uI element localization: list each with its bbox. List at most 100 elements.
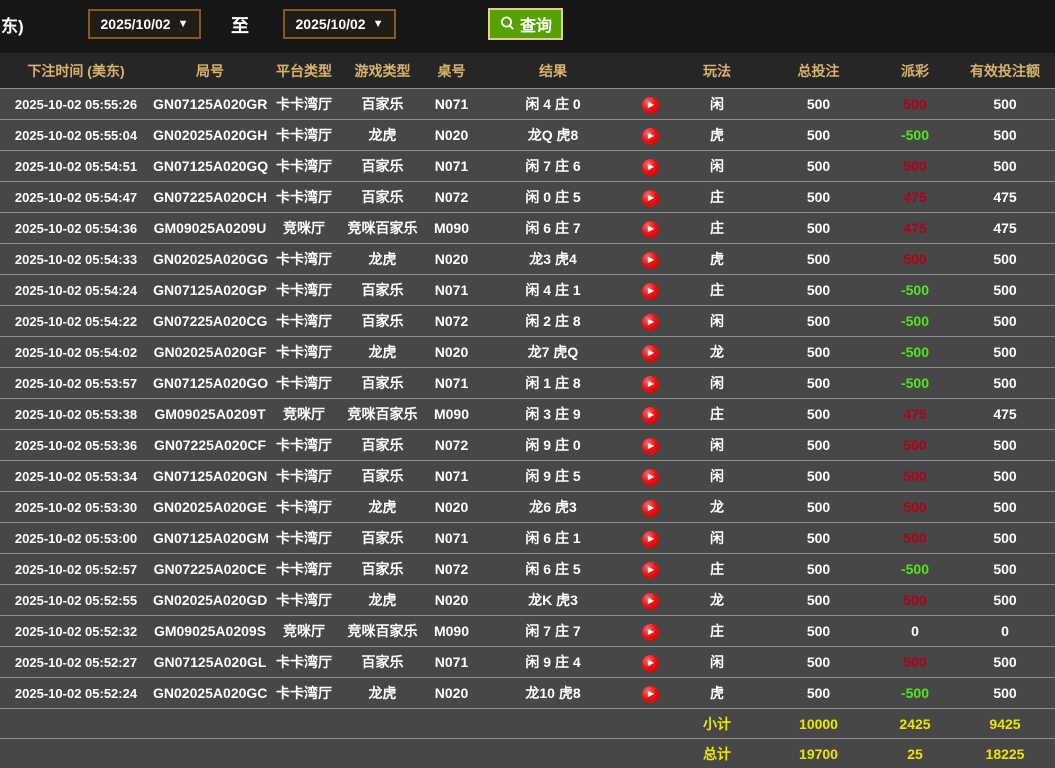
cell-game-type: 百家乐 [340, 368, 425, 399]
play-glyph: ▶ [648, 628, 654, 636]
play-glyph: ▶ [648, 163, 654, 171]
table-row: 2025-10-02 05:53:38GM09025A0209T竞咪厅竞咪百家乐… [0, 399, 1055, 430]
cell-table-no: N071 [425, 461, 478, 492]
cell-total-bet: 500 [762, 120, 875, 151]
cell-round-id: GN07125A020GN [152, 461, 268, 492]
column-header-play [628, 53, 672, 89]
cell-payout: 0 [875, 616, 955, 647]
cell-bet-side: 闲 [672, 523, 762, 554]
cell-round-id: GN07125A020GO [152, 368, 268, 399]
cell-platform-type: 竞咪厅 [268, 213, 340, 244]
cell-game-type: 百家乐 [340, 306, 425, 337]
replay-play-icon[interactable]: ▶ [642, 438, 659, 455]
cell-payout: 475 [875, 182, 955, 213]
cell-replay: ▶ [628, 306, 672, 337]
cell-round-id: GN07125A020GP [152, 275, 268, 306]
date-to-select[interactable]: 2025/10/02 ▼ [283, 9, 396, 39]
replay-play-icon[interactable]: ▶ [642, 469, 659, 486]
cell-replay: ▶ [628, 151, 672, 182]
cell-bet-side: 闲 [672, 89, 762, 120]
cell-result: 龙Q 虎8 [478, 120, 628, 151]
cell-bet-time: 2025-10-02 05:54:02 [0, 337, 152, 368]
cell-total-bet: 500 [762, 244, 875, 275]
cell-valid-bet: 500 [955, 337, 1055, 368]
cell-game-type: 百家乐 [340, 151, 425, 182]
cell-bet-side: 庄 [672, 399, 762, 430]
search-icon [499, 15, 517, 33]
column-header-valid: 有效投注额 [955, 53, 1055, 89]
cell-table-no: N071 [425, 151, 478, 182]
cell-game-type: 百家乐 [340, 647, 425, 678]
cell-game-type: 百家乐 [340, 182, 425, 213]
cell-bet-time: 2025-10-02 05:53:30 [0, 492, 152, 523]
cell-total-bet: 500 [762, 678, 875, 709]
date-to-value: 2025/10/02 [296, 16, 366, 32]
replay-play-icon[interactable]: ▶ [642, 531, 659, 548]
replay-play-icon[interactable]: ▶ [642, 128, 659, 145]
cell-bet-side: 龙 [672, 492, 762, 523]
replay-play-icon[interactable]: ▶ [642, 159, 659, 176]
replay-play-icon[interactable]: ▶ [642, 221, 659, 238]
replay-play-icon[interactable]: ▶ [642, 655, 659, 672]
cell-payout: 500 [875, 244, 955, 275]
table-row: 2025-10-02 05:54:24GN07125A020GP卡卡湾厅百家乐N… [0, 275, 1055, 306]
cell-replay: ▶ [628, 461, 672, 492]
query-button[interactable]: 查询 [488, 8, 563, 40]
cell-table-no: N020 [425, 120, 478, 151]
cell-bet-side: 闲 [672, 647, 762, 678]
cell-total-bet: 500 [762, 430, 875, 461]
cell-round-id: GM09025A0209T [152, 399, 268, 430]
date-from-select[interactable]: 2025/10/02 ▼ [88, 9, 201, 39]
cell-result: 闲 6 庄 1 [478, 523, 628, 554]
replay-play-icon[interactable]: ▶ [642, 562, 659, 579]
cell-total-bet: 500 [762, 585, 875, 616]
cell-payout: -500 [875, 275, 955, 306]
column-header-payout: 派彩 [875, 53, 955, 89]
cell-result: 闲 6 庄 7 [478, 213, 628, 244]
column-header-method: 玩法 [672, 53, 762, 89]
cell-table-no: N072 [425, 430, 478, 461]
replay-play-icon[interactable]: ▶ [642, 407, 659, 424]
replay-play-icon[interactable]: ▶ [642, 190, 659, 207]
cell-bet-side: 闲 [672, 306, 762, 337]
replay-play-icon[interactable]: ▶ [642, 686, 659, 703]
play-glyph: ▶ [648, 659, 654, 667]
cell-result: 龙10 虎8 [478, 678, 628, 709]
empty-cell [0, 739, 152, 768]
empty-cell [340, 739, 425, 768]
replay-play-icon[interactable]: ▶ [642, 624, 659, 641]
cell-round-id: GN02025A020GC [152, 678, 268, 709]
cell-valid-bet: 500 [955, 523, 1055, 554]
cell-bet-time: 2025-10-02 05:53:38 [0, 399, 152, 430]
cell-bet-side: 闲 [672, 368, 762, 399]
cell-game-type: 龙虎 [340, 120, 425, 151]
replay-play-icon[interactable]: ▶ [642, 283, 659, 300]
play-glyph: ▶ [648, 473, 654, 481]
cell-replay: ▶ [628, 678, 672, 709]
table-row: 2025-10-02 05:53:36GN07225A020CF卡卡湾厅百家乐N… [0, 430, 1055, 461]
replay-play-icon[interactable]: ▶ [642, 500, 659, 517]
cell-bet-side: 庄 [672, 182, 762, 213]
cell-valid-bet: 500 [955, 89, 1055, 120]
replay-play-icon[interactable]: ▶ [642, 252, 659, 269]
replay-play-icon[interactable]: ▶ [642, 593, 659, 610]
cell-total-bet: 500 [762, 89, 875, 120]
cell-platform-type: 竞咪厅 [268, 399, 340, 430]
cell-game-type: 百家乐 [340, 523, 425, 554]
cell-replay: ▶ [628, 647, 672, 678]
play-glyph: ▶ [648, 690, 654, 698]
cell-payout: 500 [875, 585, 955, 616]
replay-play-icon[interactable]: ▶ [642, 376, 659, 393]
cell-platform-type: 卡卡湾厅 [268, 244, 340, 275]
cell-bet-side: 闲 [672, 461, 762, 492]
cell-platform-type: 卡卡湾厅 [268, 337, 340, 368]
replay-play-icon[interactable]: ▶ [642, 97, 659, 114]
cell-game-type: 百家乐 [340, 461, 425, 492]
cell-payout: 500 [875, 89, 955, 120]
table-row: 2025-10-02 05:53:57GN07125A020GO卡卡湾厅百家乐N… [0, 368, 1055, 399]
cell-game-type: 龙虎 [340, 337, 425, 368]
replay-play-icon[interactable]: ▶ [642, 314, 659, 331]
cell-valid-bet: 500 [955, 678, 1055, 709]
replay-play-icon[interactable]: ▶ [642, 345, 659, 362]
column-header-tableno: 桌号 [425, 53, 478, 89]
